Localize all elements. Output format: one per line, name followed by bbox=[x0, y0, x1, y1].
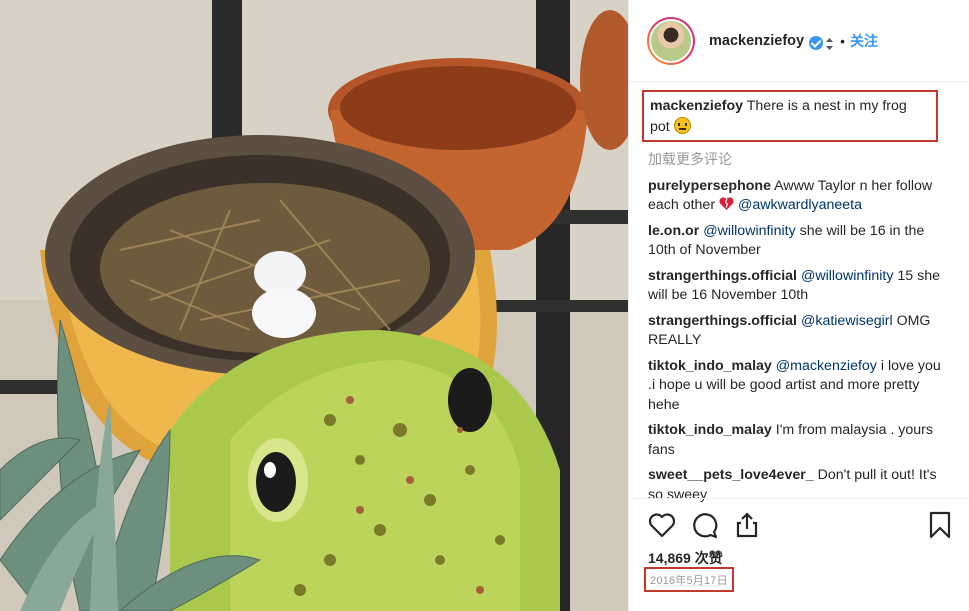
comment-mention[interactable]: @mackenziefoy bbox=[776, 358, 877, 374]
comment-username[interactable]: tiktok_indo_malay bbox=[648, 358, 772, 374]
verified-badge-icon bbox=[809, 35, 824, 50]
instagram-post: mackenziefoy • 关注 mackenziefoy There is … bbox=[0, 0, 969, 611]
caption-username[interactable]: mackenziefoy bbox=[650, 98, 743, 114]
comment-username[interactable]: purelypersephone bbox=[648, 178, 771, 194]
comment-item: strangerthings.official @willowinfinity … bbox=[648, 267, 948, 306]
frog-pot-nest-image bbox=[0, 0, 628, 611]
post-side-panel: mackenziefoy • 关注 mackenziefoy There is … bbox=[628, 0, 969, 611]
comment-item: le.on.or @willowinfinity she will be 16 … bbox=[648, 222, 948, 261]
avatar-image bbox=[649, 18, 693, 63]
bookmark-icon bbox=[929, 511, 951, 539]
share-icon bbox=[736, 512, 758, 538]
share-button[interactable] bbox=[732, 511, 762, 539]
caption: mackenziefoy There is a nest in my frog … bbox=[642, 90, 938, 142]
follow-button[interactable]: 关注 bbox=[850, 31, 878, 51]
post-photo bbox=[0, 0, 628, 611]
comments-section: mackenziefoy There is a nest in my frog … bbox=[642, 90, 948, 511]
comment-username[interactable]: le.on.or bbox=[648, 223, 699, 239]
post-header: mackenziefoy • 关注 bbox=[629, 0, 969, 82]
comment-username[interactable]: sweet__pets_love4ever_ bbox=[648, 467, 814, 483]
comment-item: tiktok_indo_malay I'm from malaysia . yo… bbox=[648, 421, 948, 460]
comment-button[interactable] bbox=[690, 511, 720, 539]
select-arrows-icon bbox=[825, 36, 834, 52]
comment-mention[interactable]: @willowinfinity bbox=[703, 223, 795, 239]
heart-icon bbox=[648, 513, 676, 538]
avatar[interactable] bbox=[647, 16, 695, 65]
comment-icon bbox=[693, 513, 718, 539]
comment-item: purelypersephone Awww Taylor n her follo… bbox=[648, 177, 948, 216]
comment-mention[interactable]: @katiewisegirl bbox=[801, 313, 893, 329]
author-username[interactable]: mackenziefoy bbox=[709, 33, 804, 49]
save-button[interactable] bbox=[925, 511, 955, 539]
comment-username[interactable]: tiktok_indo_malay bbox=[648, 422, 772, 438]
action-bar bbox=[629, 498, 969, 548]
broken-heart-emoji-icon bbox=[719, 197, 734, 210]
load-more-comments-link[interactable]: 加载更多评论 bbox=[648, 150, 948, 170]
header-separator: • bbox=[840, 32, 846, 49]
comment-mention[interactable]: @willowinfinity bbox=[801, 268, 893, 284]
comment-username[interactable]: strangerthings.official bbox=[648, 268, 797, 284]
like-count[interactable]: 14,869 次赞 bbox=[648, 548, 723, 568]
comment-mention[interactable]: @awkwardlyaneeta bbox=[738, 197, 862, 213]
neutral-face-emoji-icon bbox=[673, 116, 691, 134]
like-button[interactable] bbox=[647, 511, 677, 539]
comment-item: strangerthings.official @katiewisegirl O… bbox=[648, 312, 948, 351]
comment-item: tiktok_indo_malay @mackenziefoy i love y… bbox=[648, 357, 948, 416]
post-date: 2016年5月17日 bbox=[644, 567, 734, 592]
comment-username[interactable]: strangerthings.official bbox=[648, 313, 797, 329]
